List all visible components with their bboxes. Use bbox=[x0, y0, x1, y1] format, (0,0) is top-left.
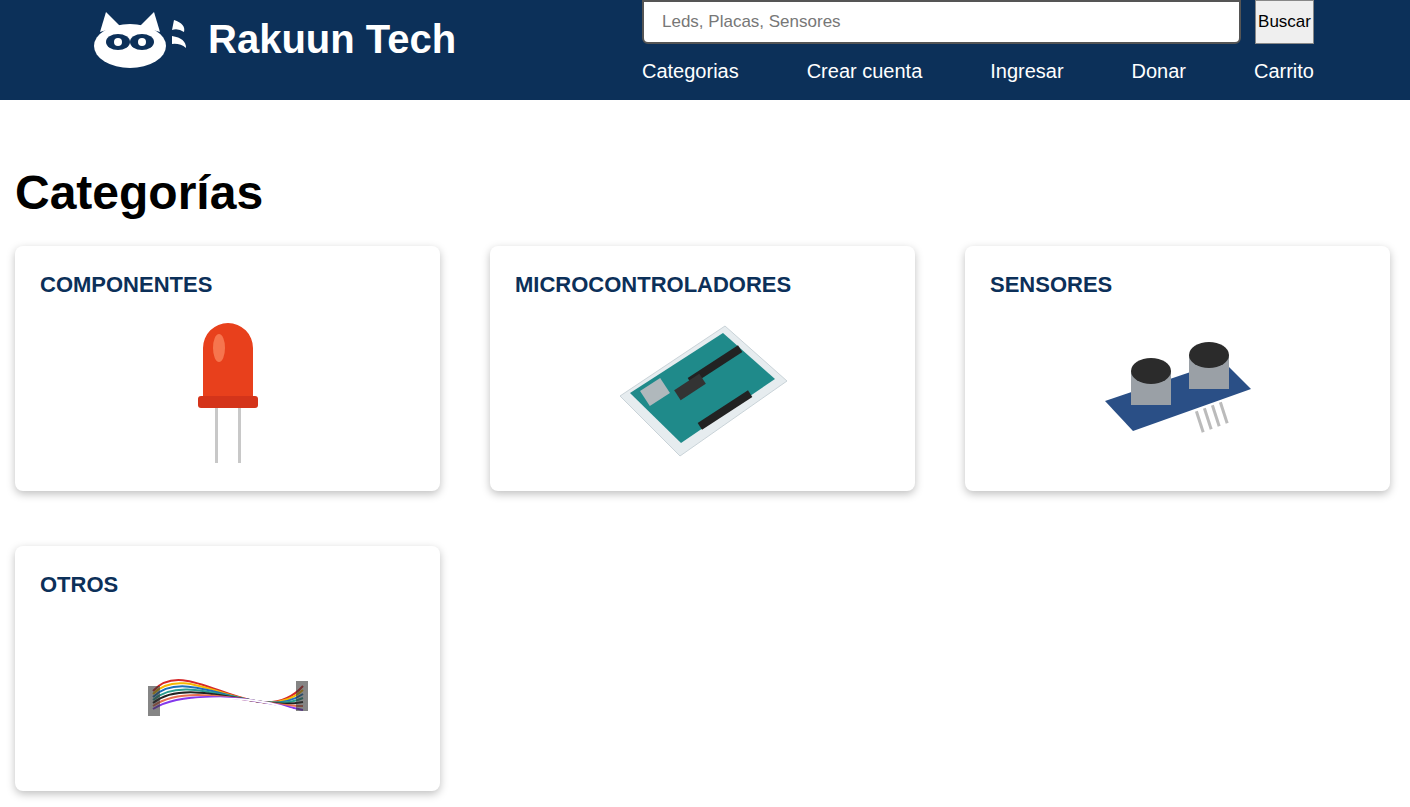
category-card[interactable]: OTROS bbox=[15, 546, 440, 791]
search-button[interactable]: Buscar bbox=[1255, 0, 1314, 44]
category-grid: COMPONENTES MICROCONTROLADORES SENSORES OTR… bbox=[15, 246, 1390, 791]
nav-link[interactable]: Donar bbox=[1132, 56, 1186, 86]
nav-link[interactable]: Crear cuenta bbox=[807, 56, 923, 86]
category-title: COMPONENTES bbox=[40, 268, 415, 301]
logo[interactable]: Rakuun Tech bbox=[90, 0, 456, 78]
page-title: Categorías bbox=[15, 164, 1390, 222]
raccoon-logo-icon bbox=[90, 10, 190, 68]
sensor-picture bbox=[1103, 341, 1253, 441]
category-title: OTROS bbox=[40, 568, 415, 601]
header: Rakuun Tech Buscar Categorias Crear cuenta I… bbox=[0, 0, 1410, 100]
category-image bbox=[515, 311, 890, 471]
category-title: MICROCONTROLADORES bbox=[515, 268, 890, 301]
led-picture bbox=[193, 318, 263, 463]
search-bar: Buscar bbox=[642, 0, 1314, 44]
category-image bbox=[40, 611, 415, 771]
category-card[interactable]: COMPONENTES bbox=[15, 246, 440, 491]
nav-link[interactable]: Categorias bbox=[642, 56, 739, 86]
logo-text: Rakuun Tech bbox=[208, 9, 456, 69]
arduino-picture bbox=[615, 321, 790, 461]
category-image bbox=[990, 311, 1365, 471]
search-input[interactable] bbox=[642, 0, 1241, 44]
main: Categorías COMPONENTES MICROCONTROLADORES S… bbox=[0, 164, 1410, 791]
nav-link[interactable]: Carrito bbox=[1254, 56, 1314, 86]
category-card[interactable]: MICROCONTROLADORES bbox=[490, 246, 915, 491]
header-right: Buscar Categorias Crear cuenta Ingresar Dona… bbox=[642, 0, 1314, 100]
category-card[interactable]: SENSORES bbox=[965, 246, 1390, 491]
category-image bbox=[40, 311, 415, 471]
wires-picture bbox=[148, 641, 308, 741]
nav: Categorias Crear cuenta Ingresar Donar Carri… bbox=[642, 56, 1314, 86]
page: Rakuun Tech Buscar Categorias Crear cuenta I… bbox=[0, 0, 1410, 807]
nav-link[interactable]: Ingresar bbox=[990, 56, 1063, 86]
category-title: SENSORES bbox=[990, 268, 1365, 301]
